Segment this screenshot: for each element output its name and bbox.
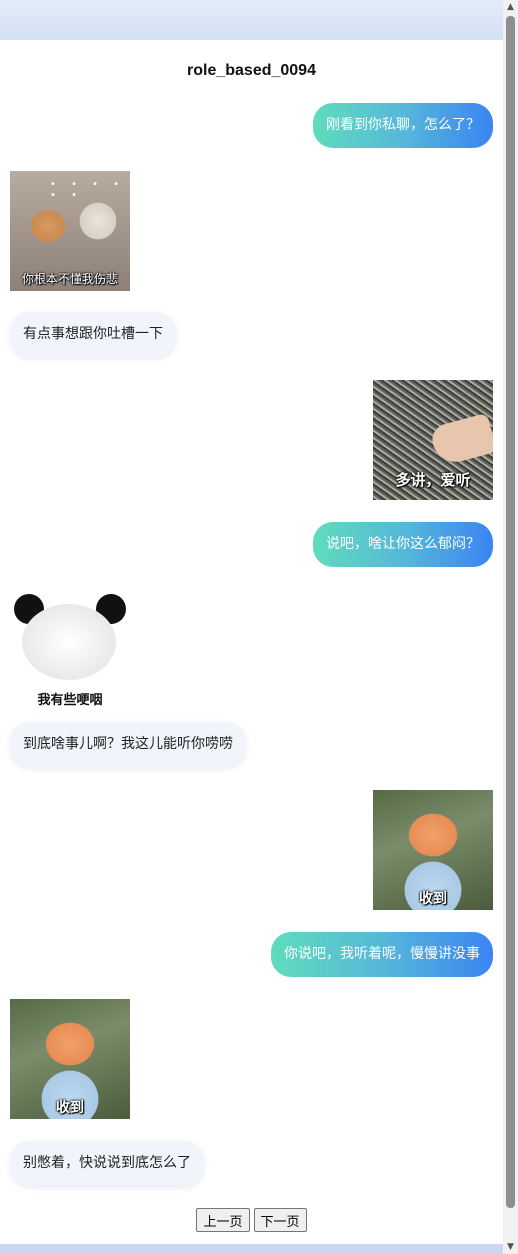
vertical-scrollbar[interactable]: ▲ ▼ bbox=[503, 0, 518, 1254]
chat-bubble-outgoing: 你说吧，我听着呢，慢慢讲没事 bbox=[271, 932, 493, 977]
sticker-image-panda[interactable]: 我有些哽咽 bbox=[10, 590, 130, 710]
chat-bubble-incoming: 别憋着，快说说到底怎么了 bbox=[10, 1141, 204, 1186]
chat-bubble-incoming: 有点事想跟你吐槽一下 bbox=[10, 312, 176, 357]
hand-shape bbox=[428, 412, 493, 468]
dots-decoration: • • • • • • bbox=[50, 179, 126, 201]
bottom-bar bbox=[0, 1244, 503, 1254]
chat-panel: role_based_0094 刚看到你私聊，怎么了？ • • • • • • … bbox=[0, 40, 503, 1244]
scrollbar-thumb[interactable] bbox=[506, 16, 515, 1208]
sticker-caption: 你根本不懂我伤悲 bbox=[21, 272, 118, 286]
next-page-button[interactable]: 下一页 bbox=[253, 1208, 307, 1232]
chat-bubble-incoming: 到底啥事儿啊？我这儿能听你唠唠 bbox=[10, 722, 246, 767]
scroll-up-icon[interactable]: ▲ bbox=[503, 0, 518, 14]
sticker-image-cats[interactable]: • • • • • • 你根本不懂我伤悲 bbox=[10, 171, 130, 291]
prev-page-button[interactable]: 上一页 bbox=[196, 1208, 250, 1232]
top-bar bbox=[0, 0, 503, 40]
sticker-image-bunny[interactable]: 收到 bbox=[373, 790, 493, 910]
sticker-caption: 收到 bbox=[56, 1100, 84, 1116]
sticker-image-bunny[interactable]: 收到 bbox=[10, 999, 130, 1119]
panda-face bbox=[22, 604, 116, 680]
page-title: role_based_0094 bbox=[187, 62, 316, 79]
app-window: role_based_0094 刚看到你私聊，怎么了？ • • • • • • … bbox=[0, 0, 518, 1254]
sticker-caption: 收到 bbox=[419, 891, 447, 907]
chat-bubble-outgoing: 说吧，啥让你这么郁闷？ bbox=[313, 522, 493, 567]
sticker-caption: 多讲，爱听 bbox=[395, 471, 471, 489]
sticker-caption: 我有些哽咽 bbox=[37, 693, 103, 708]
sticker-image-seeds[interactable]: 多讲，爱听 bbox=[373, 380, 493, 500]
scroll-down-icon[interactable]: ▼ bbox=[503, 1240, 518, 1254]
pagination: 上一页 下一页 bbox=[0, 1208, 503, 1232]
chat-bubble-outgoing: 刚看到你私聊，怎么了？ bbox=[313, 103, 493, 148]
